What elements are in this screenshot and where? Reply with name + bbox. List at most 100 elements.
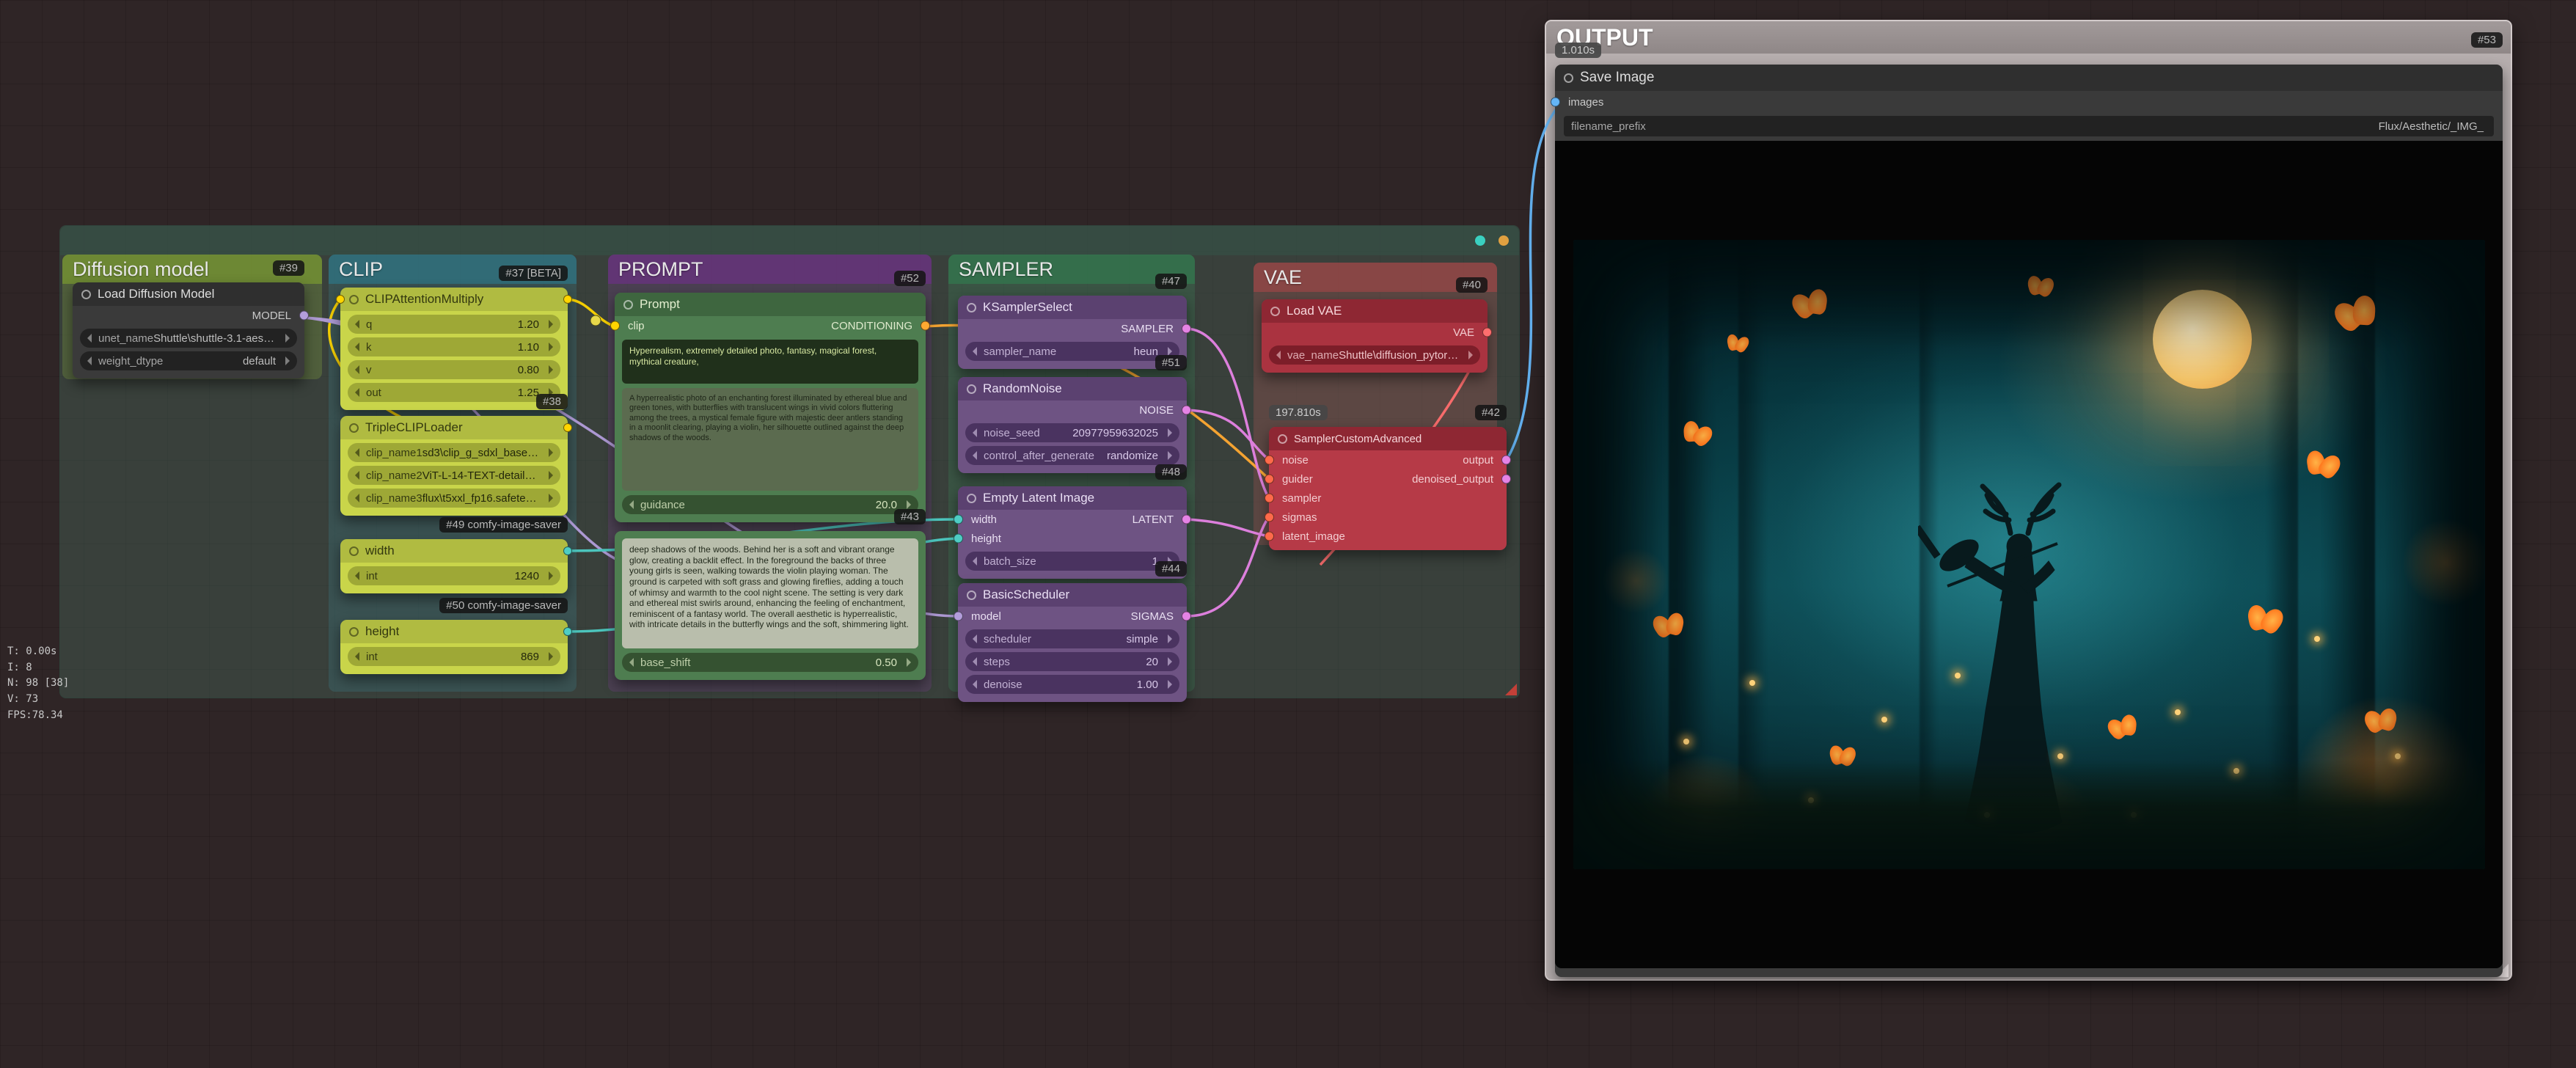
collapse-icon[interactable] <box>967 384 976 394</box>
node-title-bar[interactable]: RandomNoise <box>958 377 1187 400</box>
clip-input-port[interactable] <box>336 295 345 304</box>
decrement-arrow[interactable] <box>355 652 359 661</box>
decrement-arrow[interactable] <box>355 571 359 580</box>
group-prompt-titlebar[interactable]: PROMPT <box>608 255 932 284</box>
widget-int[interactable]: int 1240 <box>348 566 560 585</box>
collapse-icon[interactable] <box>81 290 91 299</box>
increment-arrow[interactable] <box>549 448 553 457</box>
denoised-output-port[interactable] <box>1501 475 1511 484</box>
widget-control-after-generate[interactable]: control_after_generate randomize <box>965 446 1179 465</box>
collapse-icon[interactable] <box>1564 73 1573 83</box>
increment-arrow[interactable] <box>549 320 553 329</box>
generated-image[interactable] <box>1573 240 2485 869</box>
node-title-bar[interactable]: Prompt <box>615 293 926 316</box>
node-title-bar[interactable]: Empty Latent Image <box>958 486 1187 510</box>
widget-batch-size[interactable]: batch_size 1 <box>965 552 1179 571</box>
widget-base-shift[interactable]: base_shift 0.50 <box>622 653 918 672</box>
sampler-input-port[interactable] <box>1265 494 1274 503</box>
collapse-icon[interactable] <box>1278 434 1287 444</box>
conditioning-output-port[interactable] <box>921 321 930 331</box>
widget-out[interactable]: out 1.25 <box>348 383 560 402</box>
increment-arrow[interactable] <box>1468 351 1473 359</box>
sampler-output-port[interactable] <box>1182 324 1191 334</box>
increment-arrow[interactable] <box>549 365 553 374</box>
node-empty-latent-image[interactable]: #48 Empty Latent Image width LATENT heig… <box>958 486 1187 579</box>
increment-arrow[interactable] <box>1168 680 1172 689</box>
decrement-arrow[interactable] <box>355 343 359 351</box>
widget-guidance[interactable]: guidance 20.0 <box>622 495 918 514</box>
latent-image-input-port[interactable] <box>1265 532 1274 541</box>
collapse-icon[interactable] <box>967 494 976 503</box>
widget-sampler-name[interactable]: sampler_name heun <box>965 342 1179 361</box>
widget-clip-name2[interactable]: clip_name2 ViT-L-14-TEXT-detail-impr... <box>348 466 560 485</box>
widget-weight-dtype[interactable]: weight_dtype default <box>80 351 297 370</box>
model-input-port[interactable] <box>954 612 963 621</box>
decrement-arrow[interactable] <box>355 320 359 329</box>
widget-vae-name[interactable]: vae_name Shuttle\diffusion_pytorch_mo... <box>1269 345 1480 365</box>
widget-denoise[interactable]: denoise 1.00 <box>965 675 1179 694</box>
prompt-textarea-t5[interactable]: A hyperrealistic photo of an enchanting … <box>622 388 918 491</box>
node-title-bar[interactable]: Save Image <box>1555 65 2503 91</box>
increment-arrow[interactable] <box>285 334 290 343</box>
widget-scheduler[interactable]: scheduler simple <box>965 629 1179 648</box>
increment-arrow[interactable] <box>1168 634 1172 643</box>
decrement-arrow[interactable] <box>1276 351 1281 359</box>
node-save-image[interactable]: #53 1.010s Save Image images filename_pr… <box>1555 65 2503 977</box>
sigmas-input-port[interactable] <box>1265 513 1274 522</box>
collapse-icon[interactable] <box>349 423 359 433</box>
decrement-arrow[interactable] <box>973 657 977 666</box>
node-title-bar[interactable]: TripleCLIPLoader <box>340 416 568 439</box>
decrement-arrow[interactable] <box>973 634 977 643</box>
node-model-sampling[interactable]: #43 deep shadows of the woods. Behind he… <box>615 531 926 680</box>
decrement-arrow[interactable] <box>629 500 634 509</box>
increment-arrow[interactable] <box>285 356 290 365</box>
group-edit-icon[interactable] <box>1499 235 1509 246</box>
decrement-arrow[interactable] <box>355 471 359 480</box>
prompt-textarea-continued[interactable]: deep shadows of the woods. Behind her is… <box>622 538 918 648</box>
increment-arrow[interactable] <box>1168 451 1172 460</box>
clip-output-port[interactable] <box>563 423 572 432</box>
increment-arrow[interactable] <box>549 471 553 480</box>
prompt-textarea-clip-l[interactable]: Hyperrealism, extremely detailed photo, … <box>622 340 918 384</box>
widget-clip-name1[interactable]: clip_name1 sd3\clip_g_sdxl_base.safete..… <box>348 443 560 462</box>
decrement-arrow[interactable] <box>973 347 977 356</box>
clip-input-port[interactable] <box>610 321 620 331</box>
node-title-bar[interactable]: height <box>340 620 568 643</box>
collapse-icon[interactable] <box>623 300 633 310</box>
vae-output-port[interactable] <box>1482 328 1492 337</box>
decrement-arrow[interactable] <box>87 334 92 343</box>
increment-arrow[interactable] <box>907 500 911 509</box>
collapse-icon[interactable] <box>967 590 976 600</box>
group-eye-icon[interactable] <box>1475 235 1485 246</box>
node-title-bar[interactable]: Load VAE <box>1262 299 1488 323</box>
int-output-port[interactable] <box>563 546 572 555</box>
node-width[interactable]: #49 comfy-image-saver width int 1240 <box>340 539 568 593</box>
increment-arrow[interactable] <box>907 658 911 667</box>
latent-output-port[interactable] <box>1182 515 1191 524</box>
decrement-arrow[interactable] <box>973 428 977 437</box>
group-resize-handle[interactable] <box>1505 684 1517 695</box>
output-port[interactable] <box>1501 456 1511 465</box>
increment-arrow[interactable] <box>549 571 553 580</box>
node-title-bar[interactable]: BasicScheduler <box>958 583 1187 607</box>
decrement-arrow[interactable] <box>973 680 977 689</box>
node-prompt[interactable]: #52 Prompt clip CONDITIONING Hyperrealis… <box>615 293 926 522</box>
clip-output-port[interactable] <box>563 295 572 304</box>
collapse-icon[interactable] <box>967 303 976 312</box>
increment-arrow[interactable] <box>549 652 553 661</box>
model-output-port[interactable] <box>299 311 309 321</box>
width-input-port[interactable] <box>954 515 963 524</box>
int-output-port[interactable] <box>563 627 572 636</box>
collapse-icon[interactable] <box>1270 307 1280 316</box>
widget-filename-prefix[interactable]: filename_prefix Flux/Aesthetic/_IMG_ <box>1564 116 2494 136</box>
node-sampler-custom-advanced[interactable]: #42 197.810s SamplerCustomAdvanced noise… <box>1269 427 1507 550</box>
images-input-port[interactable] <box>1551 98 1560 107</box>
node-title-bar[interactable]: KSamplerSelect <box>958 296 1187 319</box>
node-clip-attention-multiply[interactable]: #37 [BETA] CLIPAttentionMultiply q 1.20 … <box>340 288 568 410</box>
decrement-arrow[interactable] <box>629 658 634 667</box>
group-workflow-titlebar[interactable] <box>60 226 1519 255</box>
node-title-bar[interactable]: CLIPAttentionMultiply <box>340 288 568 311</box>
node-load-diffusion-model[interactable]: #39 Load Diffusion Model MODEL unet_name… <box>73 282 304 378</box>
collapse-icon[interactable] <box>349 627 359 637</box>
node-title-bar[interactable]: SamplerCustomAdvanced <box>1269 427 1507 450</box>
